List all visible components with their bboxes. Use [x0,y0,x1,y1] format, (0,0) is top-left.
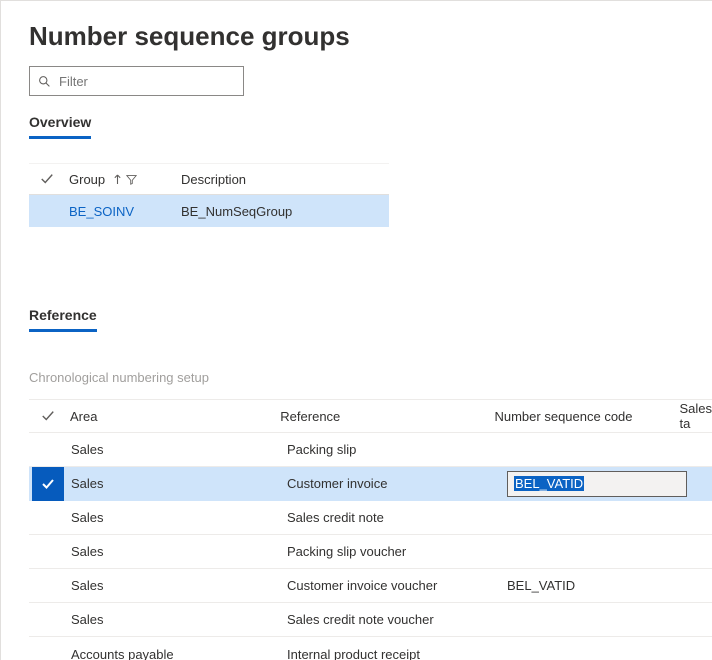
column-header-group[interactable]: Group [65,172,175,187]
column-header-code[interactable]: Number sequence code [494,409,679,424]
reference-row[interactable]: Sales Customer invoice voucher BEL_VATID [29,569,712,603]
search-icon [38,75,51,88]
cell-area: Sales [67,578,287,593]
reference-grid: Area Reference Number sequence code Sale… [29,399,712,660]
reference-row[interactable]: Accounts payable Internal product receip… [29,637,712,660]
overview-cell-description: BE_NumSeqGroup [175,204,389,219]
reference-row[interactable]: Sales Packing slip [29,433,712,467]
column-header-sales-tax[interactable]: Sales ta [679,401,712,431]
cell-code: BEL_VATID [507,578,697,593]
cell-reference: Sales credit note [287,510,507,525]
cell-reference: Internal product receipt [287,647,507,660]
cell-area: Sales [67,544,287,559]
filter-box[interactable] [29,66,244,96]
cell-reference: Packing slip voucher [287,544,507,559]
page-root: Number sequence groups Overview Group [0,0,712,660]
code-selected-text: BEL_VATID [514,476,584,491]
checkmark-icon [40,172,54,186]
cell-reference: Customer invoice voucher [287,578,507,593]
reference-grid-header: Area Reference Number sequence code Sale… [29,399,712,433]
overview-grid: Group Description BE_SOINV BE_NumSeqGrou… [29,163,389,227]
checkmark-icon [40,476,56,492]
overview-cell-group: BE_SOINV [65,204,175,219]
column-header-area[interactable]: Area [66,409,280,424]
reference-row[interactable]: Sales Customer invoice BEL_VATID [29,467,712,501]
page-title: Number sequence groups [29,21,712,52]
row-selected-indicator [32,467,64,501]
cell-area: Accounts payable [67,647,287,660]
select-all-overview[interactable] [29,172,65,186]
column-header-description[interactable]: Description [175,172,389,187]
tab-reference[interactable]: Reference [29,307,97,332]
overview-row[interactable]: BE_SOINV BE_NumSeqGroup [29,195,389,227]
number-sequence-code-input[interactable]: BEL_VATID [507,471,687,497]
cell-reference: Packing slip [287,442,507,457]
filter-icon [126,174,137,185]
reference-subheading: Chronological numbering setup [29,370,712,385]
sort-asc-icon [113,174,122,185]
reference-row[interactable]: Sales Packing slip voucher [29,535,712,569]
cell-area: Sales [67,612,287,627]
cell-reference: Sales credit note voucher [287,612,507,627]
reference-row[interactable]: Sales Sales credit note [29,501,712,535]
cell-area: Sales [67,476,287,491]
filter-input[interactable] [57,73,235,90]
column-header-reference[interactable]: Reference [280,409,494,424]
cell-area: Sales [67,442,287,457]
tab-overview[interactable]: Overview [29,114,91,139]
checkmark-icon [41,409,55,423]
reference-row[interactable]: Sales Sales credit note voucher [29,603,712,637]
overview-grid-header: Group Description [29,163,389,195]
cell-area: Sales [67,510,287,525]
cell-reference: Customer invoice [287,476,507,491]
select-all-reference[interactable] [29,409,66,423]
